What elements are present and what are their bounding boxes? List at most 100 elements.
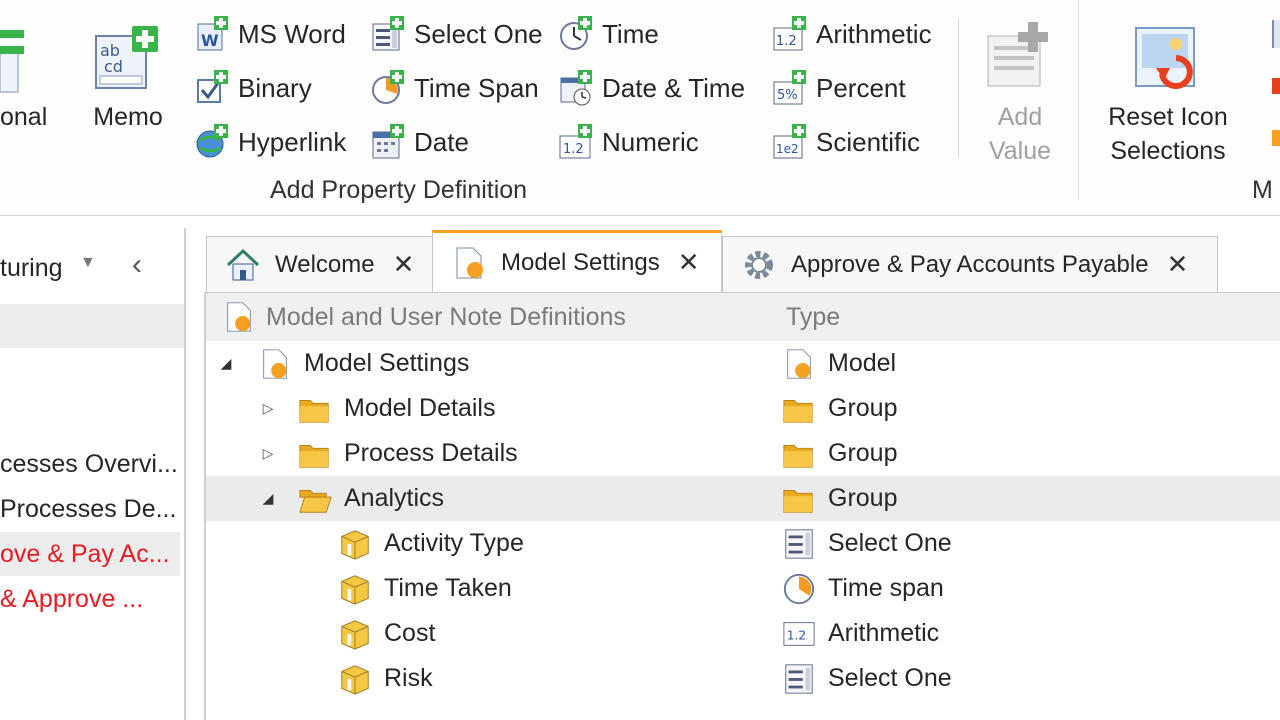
- scientific-button[interactable]: 1e2 Scientific: [772, 122, 920, 162]
- folder-icon: [299, 399, 329, 423]
- date-button[interactable]: Date: [370, 122, 469, 162]
- percent-button[interactable]: 5% Percent: [772, 68, 906, 108]
- folder-icon: [299, 444, 329, 468]
- ms-word-label: MS Word: [238, 18, 346, 49]
- column-header-name[interactable]: Model and User Note Definitions: [222, 293, 626, 341]
- close-icon[interactable]: ✕: [393, 249, 415, 280]
- dropdown-arrow-icon[interactable]: ▼: [80, 254, 96, 272]
- tree-row-label: Time Taken: [384, 574, 512, 602]
- binary-button[interactable]: Binary: [194, 68, 312, 108]
- select-one-button[interactable]: Select One: [370, 14, 543, 54]
- property-cube-icon: [341, 619, 369, 650]
- definitions-tree-grid: Model and User Note Definitions Type ◢ M…: [204, 292, 1280, 720]
- folder-icon: [783, 399, 813, 423]
- partial-group-label: M: [1252, 176, 1273, 204]
- tree-row[interactable]: ▷ Process Details Group: [206, 431, 1280, 476]
- close-icon[interactable]: ✕: [1167, 249, 1189, 280]
- svg-text:cd: cd: [104, 57, 123, 76]
- tab-model-settings[interactable]: Model Settings ✕: [432, 230, 722, 292]
- tree-row[interactable]: Activity Type Select One: [206, 521, 1280, 566]
- left-panel-title[interactable]: turing: [0, 254, 63, 283]
- time-button[interactable]: Time: [558, 14, 659, 54]
- tree-cell-name: Cost: [338, 611, 435, 656]
- ms-word-icon: W: [197, 16, 228, 51]
- add-value-button[interactable]: Add Value: [970, 14, 1070, 174]
- grid-header: Model and User Note Definitions Type: [206, 293, 1280, 341]
- memo-button[interactable]: ab cd Memo: [84, 14, 172, 144]
- numeric-button[interactable]: 1.2 Numeric: [558, 122, 699, 162]
- arithmetic-icon: 1.2: [773, 16, 806, 51]
- time-span-label: Time Span: [414, 72, 539, 103]
- tree-cell-type: Model: [782, 341, 896, 386]
- date-time-button[interactable]: Date & Time: [558, 68, 745, 108]
- tree-cell-type: Group: [782, 386, 897, 431]
- add-value-icon: [987, 22, 1048, 87]
- left-panel-item[interactable]: cesses Overvi...: [0, 442, 180, 486]
- hyperlink-button[interactable]: Hyperlink: [194, 122, 346, 162]
- tree-row-selected[interactable]: ◢ Analytics Group: [206, 476, 1280, 521]
- hyperlink-globe-icon: [196, 124, 228, 158]
- column-header-type[interactable]: Type: [786, 293, 840, 341]
- select-one-label: Select One: [414, 18, 543, 49]
- add-value-label-line2: Value: [988, 137, 1052, 165]
- collapse-triangle-icon[interactable]: ◢: [216, 341, 236, 386]
- add-property-definition-group-label: Add Property Definition: [270, 176, 528, 204]
- ribbon-group-separator: [1078, 0, 1079, 200]
- expand-triangle-icon[interactable]: ▷: [258, 386, 278, 431]
- left-panel-item-label: & Approve ...: [0, 585, 144, 613]
- date-time-label: Date & Time: [602, 72, 746, 103]
- select-one-icon: [785, 663, 813, 694]
- left-panel: turing ▼ ‹ cesses Overvi... Processes De…: [0, 228, 186, 720]
- partial-ribbon-button[interactable]: onal: [0, 14, 60, 144]
- scientific-icon: 1e2: [773, 124, 806, 159]
- left-panel-item[interactable]: Processes De...: [0, 487, 180, 531]
- ms-word-button[interactable]: W MS Word: [194, 14, 346, 54]
- column-header-name-label: Model and User Note Definitions: [266, 303, 626, 331]
- partial-icon: [1272, 20, 1280, 48]
- select-one-icon: [372, 16, 404, 51]
- property-cube-icon: [341, 574, 369, 605]
- arithmetic-button[interactable]: 1.2 Arithmetic: [772, 14, 932, 54]
- model-icon: [787, 348, 811, 379]
- left-panel-item[interactable]: & Approve ...: [0, 577, 180, 621]
- svg-text:1.2: 1.2: [787, 628, 807, 642]
- tree-cell-name: Model Details: [298, 386, 495, 431]
- property-cube-icon: [341, 664, 369, 695]
- svg-text:W: W: [201, 31, 219, 50]
- column-header-type-label: Type: [786, 303, 841, 331]
- date-time-icon: [560, 70, 592, 106]
- expand-triangle-icon[interactable]: ▷: [258, 431, 278, 476]
- reset-icon-selections-button[interactable]: Reset Icon Selections: [1096, 14, 1240, 174]
- tree-cell-type: Select One: [782, 521, 952, 566]
- svg-text:1.2: 1.2: [563, 142, 584, 157]
- partial-right-icons[interactable]: [1272, 20, 1280, 160]
- tree-row[interactable]: ◢ Model Settings Model: [206, 341, 1280, 386]
- memo-icon: ab cd: [95, 26, 158, 89]
- partial-icon: [1272, 78, 1280, 94]
- tree-row-type: Model: [828, 349, 897, 377]
- left-panel-item-label: ove & Pay Ac...: [0, 540, 170, 568]
- tree-row[interactable]: Cost 1.2 Arithmetic: [206, 611, 1280, 656]
- tree-row-type: Time span: [828, 574, 944, 602]
- tree-row[interactable]: Risk Select One: [206, 656, 1280, 701]
- percent-icon: 5%: [773, 70, 806, 105]
- tree-cell-name: Activity Type: [338, 521, 524, 566]
- tab-welcome[interactable]: Welcome ✕: [206, 236, 434, 292]
- tree-row-type: Group: [828, 439, 898, 467]
- collapse-panel-icon[interactable]: ‹: [132, 248, 142, 282]
- ribbon-separator: [958, 18, 959, 158]
- house-icon: [226, 248, 260, 280]
- tree-row[interactable]: ▷ Model Details Group: [206, 386, 1280, 431]
- tree-row[interactable]: Time Taken Time span: [206, 566, 1280, 611]
- left-panel-item-label: Processes De...: [0, 495, 177, 523]
- close-icon[interactable]: ✕: [678, 247, 700, 278]
- tree-row-type: Select One: [828, 529, 952, 557]
- left-panel-item[interactable]: ove & Pay Ac...: [0, 532, 180, 576]
- collapse-triangle-icon[interactable]: ◢: [258, 476, 278, 521]
- tab-welcome-label: Welcome: [275, 250, 375, 278]
- tab-approve-pay[interactable]: Approve & Pay Accounts Payable ✕: [722, 236, 1218, 292]
- reset-icon-label-line2: Selections: [1110, 137, 1226, 165]
- svg-text:1e2: 1e2: [776, 142, 799, 156]
- time-span-button[interactable]: Time Span: [370, 68, 539, 108]
- tree-row-type: Group: [828, 484, 898, 512]
